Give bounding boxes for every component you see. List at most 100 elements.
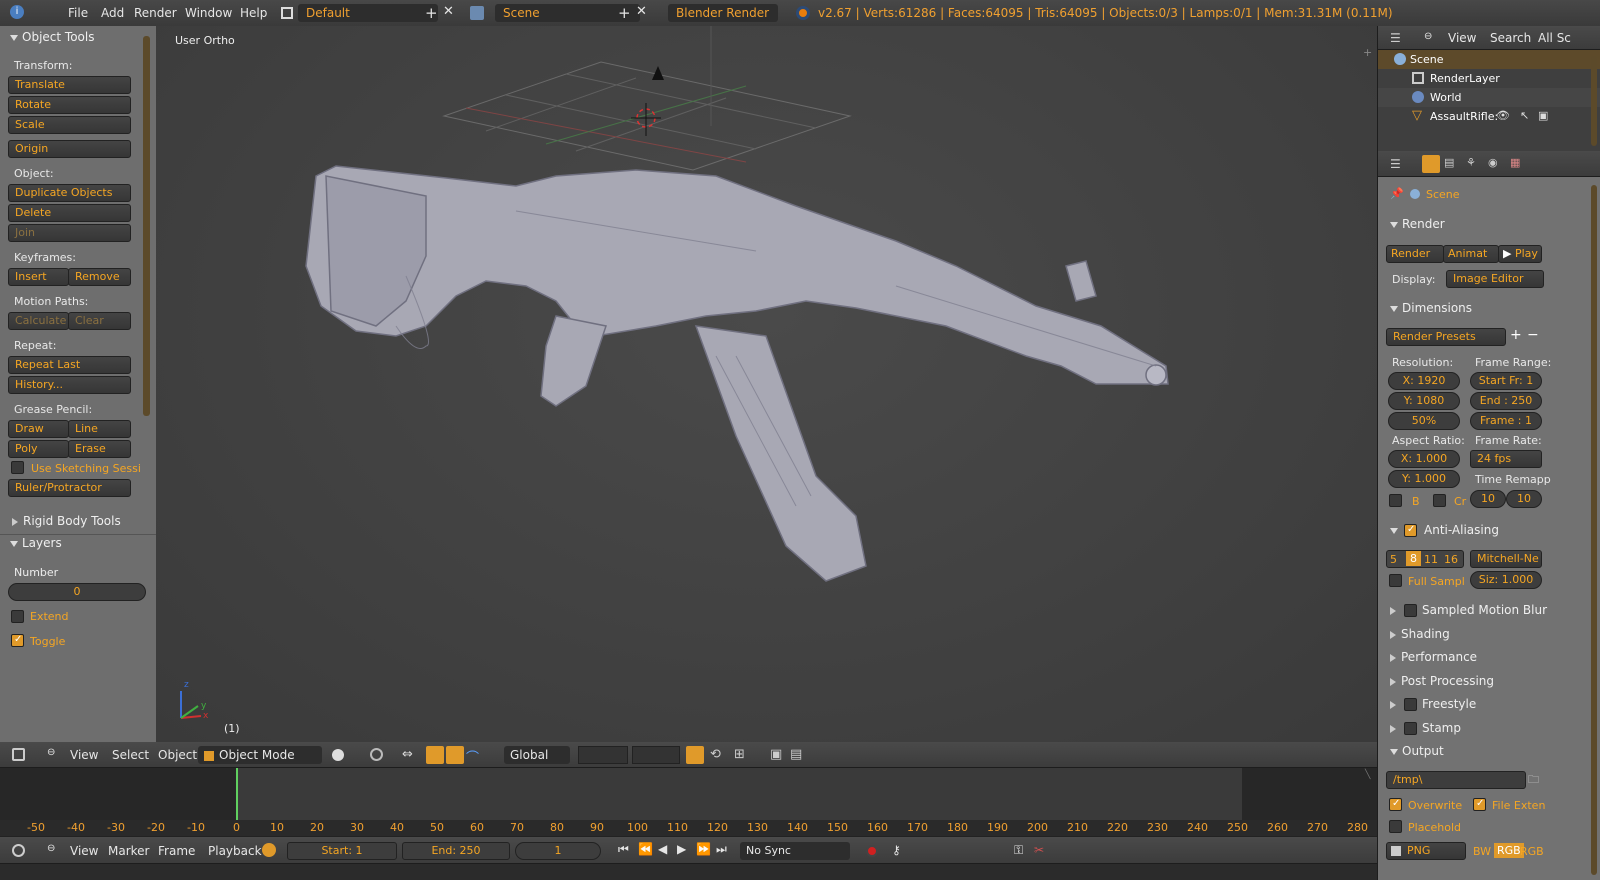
jump-keyframe-back-icon[interactable]: ⏪ [638, 842, 653, 856]
outliner-row-renderlayer[interactable]: RenderLayer [1378, 69, 1600, 88]
object-menu[interactable]: Object [158, 748, 197, 762]
scale-button[interactable]: Scale [8, 116, 131, 134]
color-mode-rgba[interactable]: RGB [1520, 845, 1544, 858]
ruler-button[interactable]: Ruler/Protractor [8, 479, 131, 497]
screen-layout-field[interactable]: Default [298, 4, 438, 22]
translate-manip-icon[interactable] [426, 746, 444, 764]
rigid-body-header[interactable]: Rigid Body Tools [12, 514, 121, 528]
aa-sample-8[interactable]: 8 [1406, 551, 1421, 566]
animation-button[interactable]: Animat [1443, 245, 1499, 263]
add-preset-icon[interactable]: + [1510, 327, 1522, 343]
sampled-motion-blur-header[interactable] [1390, 603, 1401, 617]
border-checkbox[interactable] [1389, 494, 1402, 507]
translate-button[interactable]: Translate [8, 76, 131, 94]
mode-select[interactable]: Object Mode [198, 746, 322, 764]
scene-icon[interactable] [470, 6, 484, 20]
outliner-editor-icon[interactable]: ☰ [1390, 31, 1401, 45]
motion-blur-checkbox[interactable] [1404, 604, 1417, 617]
poly-button[interactable]: Poly [8, 440, 69, 458]
menu-add[interactable]: Add [101, 6, 124, 20]
rotate-manip-icon[interactable] [446, 746, 464, 764]
current-frame-field[interactable]: 1 [515, 842, 601, 860]
resolution-y-field[interactable]: Y: 1080 [1388, 392, 1460, 410]
join-button[interactable]: Join [8, 224, 131, 242]
line-button[interactable]: Line [68, 420, 131, 438]
layers-header[interactable]: Layers [10, 536, 62, 550]
marker-menu[interactable]: Marker [108, 844, 149, 858]
frame-menu[interactable]: Frame [158, 844, 195, 858]
layer-buttons[interactable] [578, 746, 628, 764]
editor-type-icon[interactable] [12, 748, 25, 761]
selectable-cursor-icon[interactable]: ↖ [1520, 109, 1529, 122]
render-icon[interactable]: ▣ [770, 747, 782, 762]
timeline-editor-icon[interactable] [12, 844, 25, 857]
frame-step-prop[interactable]: Frame : 1 [1470, 412, 1542, 430]
menu-render[interactable]: Render [134, 6, 177, 20]
resolution-x-field[interactable]: X: 1920 [1388, 372, 1460, 390]
aspect-y-field[interactable]: Y: 1.000 [1388, 470, 1460, 488]
preview-range-icon[interactable] [262, 843, 276, 857]
keying-set-icon[interactable]: ⚷ [892, 843, 901, 857]
aa-sample-5[interactable]: 5 [1390, 553, 1397, 566]
tool-shelf-scrollbar[interactable] [143, 36, 150, 416]
select-menu[interactable]: Select [112, 748, 149, 762]
key-insert-icon[interactable]: ⚿ [1014, 843, 1023, 858]
render-panel-header[interactable]: Render [1390, 217, 1445, 231]
layers-tab-icon[interactable]: ▤ [1444, 156, 1454, 169]
menu-help[interactable]: Help [240, 6, 267, 20]
full-sample-checkbox[interactable] [1389, 574, 1402, 587]
timeline-track[interactable] [0, 768, 1377, 820]
extend-checkbox[interactable] [11, 610, 24, 623]
resolution-percent-field[interactable]: 50% [1388, 412, 1460, 430]
output-header[interactable]: Output [1390, 744, 1444, 758]
visibility-eye-icon[interactable]: 👁 [1496, 109, 1510, 122]
file-extensions-checkbox[interactable] [1473, 798, 1486, 811]
freestyle-header[interactable] [1390, 697, 1401, 711]
start-frame-field[interactable]: Start: 1 [287, 842, 397, 860]
freestyle-checkbox[interactable] [1404, 698, 1417, 711]
anti-aliasing-checkbox[interactable] [1404, 524, 1417, 537]
shading-header[interactable]: Shading [1390, 627, 1450, 641]
file-format-select[interactable]: PNG [1386, 842, 1466, 860]
renderable-camera-icon[interactable]: ▣ [1538, 109, 1548, 122]
aspect-x-field[interactable]: X: 1.000 [1388, 450, 1460, 468]
render-button[interactable]: Render [1386, 245, 1444, 263]
timeline-collapse-icon[interactable]: ⊖ [47, 843, 55, 854]
insert-keyframe-button[interactable]: Insert [8, 268, 69, 286]
erase-button[interactable]: Erase [68, 440, 131, 458]
outliner-search-menu[interactable]: Search [1490, 31, 1531, 45]
scene-tab-icon[interactable]: ⚘ [1466, 156, 1476, 169]
texture-tab-icon[interactable]: ▦ [1510, 156, 1520, 169]
clear-paths-button[interactable]: Clear [68, 312, 131, 330]
menu-window[interactable]: Window [185, 6, 232, 20]
render-presets-select[interactable]: Render Presets [1386, 328, 1506, 346]
proportional-edit-icon[interactable]: ⟲ [710, 747, 721, 762]
screen-layout-icon[interactable] [281, 7, 293, 19]
jump-keyframe-forward-icon[interactable]: ⏩ [696, 842, 711, 856]
menu-file[interactable]: File [68, 6, 88, 20]
info-icon[interactable]: i [10, 5, 24, 19]
pin-icon[interactable]: 📌 [1390, 187, 1404, 200]
performance-header[interactable]: Performance [1390, 650, 1477, 664]
current-frame-marker[interactable] [236, 768, 238, 820]
frame-rate-select[interactable]: 24 fps [1470, 450, 1542, 468]
sketching-checkbox[interactable] [11, 461, 24, 474]
play-button[interactable]: ▶ Play [1498, 245, 1542, 263]
outliner-collapse-icon[interactable]: ⊖ [1424, 31, 1432, 42]
add-screen-icon[interactable]: + [425, 4, 438, 22]
lock-layers-icon[interactable] [686, 746, 704, 764]
end-frame-field[interactable]: End: 250 [402, 842, 510, 860]
calculate-paths-button[interactable]: Calculate [8, 312, 69, 330]
draw-button[interactable]: Draw [8, 420, 69, 438]
overwrite-checkbox[interactable] [1389, 798, 1402, 811]
anti-aliasing-header[interactable] [1390, 523, 1402, 537]
outliner-view-menu[interactable]: View [1448, 31, 1476, 45]
remove-preset-icon[interactable]: − [1527, 327, 1539, 343]
duplicate-objects-button[interactable]: Duplicate Objects [8, 184, 131, 202]
collapse-menu-icon[interactable]: ⊖ [47, 747, 55, 758]
render-engine-select[interactable]: Blender Render [668, 4, 778, 22]
layer-buttons-2[interactable] [632, 746, 680, 764]
playback-menu[interactable]: Playback [208, 844, 262, 858]
history-button[interactable]: History... [8, 376, 131, 394]
object-tools-header[interactable]: Object Tools [10, 30, 94, 44]
